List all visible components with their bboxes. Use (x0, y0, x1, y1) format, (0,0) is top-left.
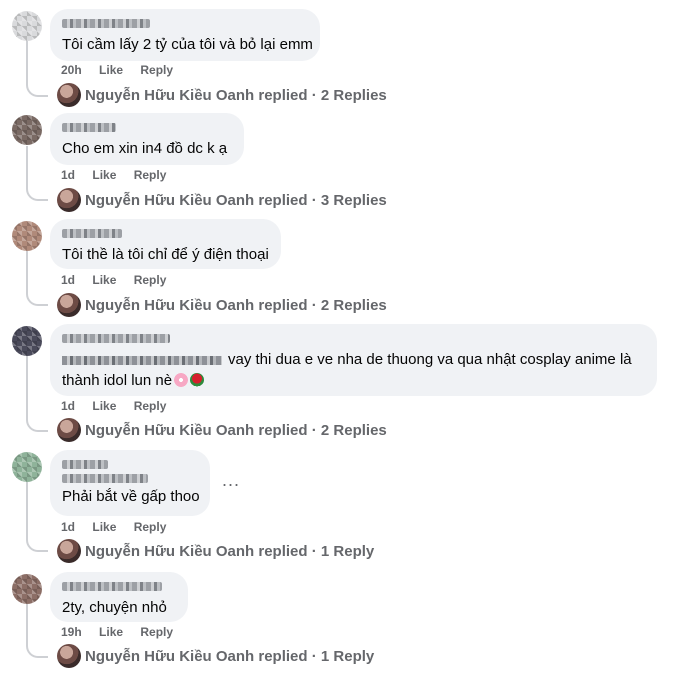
thread-connector (26, 251, 48, 306)
thread-connector (26, 40, 48, 97)
reply-button[interactable]: Reply (134, 399, 167, 413)
view-replies-link[interactable]: Nguyễn Hữu Kiều Oanh replied · 3 Replies (57, 188, 387, 212)
replier-avatar (57, 418, 81, 442)
commenter-name-blurred[interactable] (62, 334, 170, 343)
replies-summary[interactable]: Nguyễn Hữu Kiều Oanh replied · 2 Replies (85, 297, 387, 314)
comment-timestamp[interactable]: 1d (61, 273, 75, 287)
like-button[interactable]: Like (99, 625, 123, 639)
comment-bubble: 2ty, chuyện nhỏ (50, 572, 188, 622)
replier-avatar (57, 539, 81, 563)
comment-text: Cho em xin in4 đồ dc k ạ (62, 140, 228, 157)
commenter-name-blurred[interactable] (62, 229, 122, 238)
replies-summary[interactable]: Nguyễn Hữu Kiều Oanh replied · 1 Reply (85, 543, 374, 560)
replier-avatar (57, 644, 81, 668)
replier-avatar (57, 293, 81, 317)
comment-bubble: vay thi dua e ve nha de thuong va qua nh… (50, 324, 657, 396)
commenter-name-blurred[interactable] (62, 123, 116, 132)
like-button[interactable]: Like (99, 63, 123, 77)
view-replies-link[interactable]: Nguyễn Hữu Kiều Oanh replied · 2 Replies (57, 293, 387, 317)
reply-button[interactable]: Reply (134, 273, 167, 287)
comment-timestamp[interactable]: 1d (61, 168, 75, 182)
reply-button[interactable]: Reply (134, 168, 167, 182)
comment-text-continued: thành idol lun nè (62, 372, 173, 389)
commenter-avatar[interactable] (12, 11, 42, 41)
commenter-name-blurred[interactable] (62, 582, 162, 591)
replies-summary[interactable]: Nguyễn Hữu Kiều Oanh replied · 1 Reply (85, 648, 374, 665)
replies-summary[interactable]: Nguyễn Hữu Kiều Oanh replied · 3 Replies (85, 192, 387, 209)
comment-bubble: Tôi cầm lấy 2 tỷ của tôi và bỏ lại emm (50, 9, 320, 61)
view-replies-link[interactable]: Nguyễn Hữu Kiều Oanh replied · 2 Replies (57, 418, 387, 442)
comment-actions: 19h Like Reply (61, 625, 187, 639)
comment-text: vay thi dua e ve nha de thuong va qua nh… (228, 351, 632, 368)
like-button[interactable]: Like (92, 399, 116, 413)
comment-text: Tôi thề là tôi chỉ để ý điện thoại (62, 246, 269, 263)
like-button[interactable]: Like (92, 520, 116, 534)
comment-actions: 20h Like Reply (61, 63, 187, 77)
thread-connector (26, 356, 48, 432)
commenter-avatar[interactable] (12, 452, 42, 482)
replier-avatar (57, 188, 81, 212)
commenter-avatar[interactable] (12, 115, 42, 145)
thread-connector (26, 604, 48, 658)
commenter-avatar[interactable] (12, 574, 42, 604)
commenter-name-blurred[interactable] (62, 460, 108, 469)
cherry-blossom-emoji (174, 373, 189, 387)
like-button[interactable]: Like (92, 273, 116, 287)
comment-timestamp[interactable]: 20h (61, 63, 82, 77)
rose-emoji (190, 373, 205, 387)
thread-connector (26, 482, 48, 552)
comment-text: Tôi cầm lấy 2 tỷ của tôi và bỏ lại emm (62, 36, 313, 53)
comment-actions: 1d Like Reply (61, 520, 180, 534)
comment-actions: 1d Like Reply (61, 168, 180, 182)
comment-bubble: Tôi thề là tôi chỉ để ý điện thoại (50, 219, 281, 269)
comment-text: Phải bắt về gấp thoo (62, 488, 200, 505)
view-replies-link[interactable]: Nguyễn Hữu Kiều Oanh replied · 1 Reply (57, 644, 374, 668)
comment-text: 2ty, chuyện nhỏ (62, 599, 167, 616)
reply-button[interactable]: Reply (140, 63, 173, 77)
replies-summary[interactable]: Nguyễn Hữu Kiều Oanh replied · 2 Replies (85, 422, 387, 439)
thread-connector (26, 146, 48, 201)
comment-text-line: thành idol lun nè (62, 370, 645, 391)
commenter-avatar[interactable] (12, 326, 42, 356)
comment-timestamp[interactable]: 1d (61, 399, 75, 413)
reply-button[interactable]: Reply (134, 520, 167, 534)
comment-bubble: Cho em xin in4 đồ dc k ạ (50, 113, 244, 165)
mention-blurred[interactable] (62, 355, 222, 365)
comment-actions: 1d Like Reply (61, 399, 180, 413)
comment-text-line: vay thi dua e ve nha de thuong va qua nh… (62, 349, 645, 370)
comment-bubble: Phải bắt về gấp thoo (50, 450, 210, 516)
comment-timestamp[interactable]: 1d (61, 520, 75, 534)
commenter-subtitle-blurred (62, 474, 148, 483)
comment-timestamp[interactable]: 19h (61, 625, 82, 639)
commenter-name-blurred[interactable] (62, 19, 150, 28)
comment-actions: 1d Like Reply (61, 273, 180, 287)
view-replies-link[interactable]: Nguyễn Hữu Kiều Oanh replied · 1 Reply (57, 539, 374, 563)
view-replies-link[interactable]: Nguyễn Hữu Kiều Oanh replied · 2 Replies (57, 83, 387, 107)
replier-avatar (57, 83, 81, 107)
more-options-icon[interactable]: ... (222, 470, 240, 491)
replies-summary[interactable]: Nguyễn Hữu Kiều Oanh replied · 2 Replies (85, 87, 387, 104)
reply-button[interactable]: Reply (140, 625, 173, 639)
like-button[interactable]: Like (92, 168, 116, 182)
commenter-avatar[interactable] (12, 221, 42, 251)
